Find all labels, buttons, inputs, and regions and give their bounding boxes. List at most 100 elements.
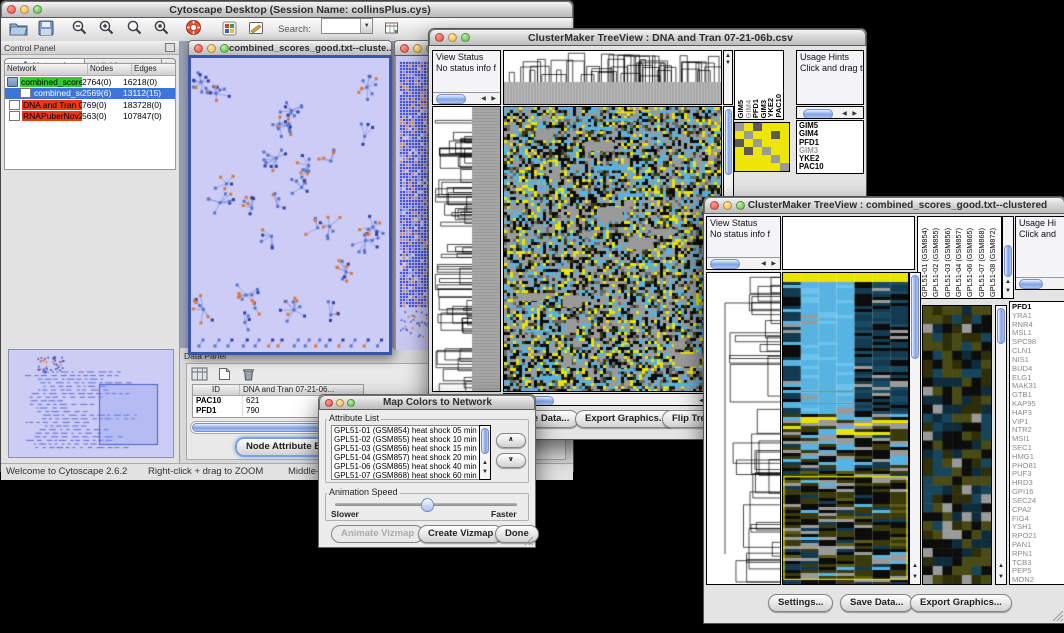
tv2-column-label[interactable]: GPL51-08 (GSM872) [989, 228, 997, 297]
matrix-cell[interactable] [762, 147, 771, 155]
import-table-icon[interactable] [384, 21, 400, 41]
network-view-titlebar[interactable]: combined_scores_good.txt--cluste... [188, 40, 392, 56]
zoom-fit-icon[interactable] [126, 19, 143, 41]
zoom-selected-icon[interactable] [153, 19, 170, 41]
tv1-row-dendrogram[interactable] [432, 106, 501, 392]
scroll-thumb[interactable] [1019, 279, 1043, 289]
scroll-thumb[interactable] [710, 259, 740, 269]
zoom-window-icon[interactable] [220, 44, 229, 53]
network-canvas[interactable] [191, 58, 389, 352]
treeview1-titlebar[interactable]: ClusterMaker TreeView : DNA and Tran 07-… [429, 29, 866, 46]
attribute-list-item[interactable]: GPL51-03 (GSM856) heat shock 15 min [332, 444, 480, 453]
network-table-row[interactable]: combined_scores2764(0)16218(0) [5, 76, 175, 88]
scroll-up-arrow[interactable]: ▲ [996, 563, 1006, 570]
scroll-thumb[interactable] [481, 428, 489, 454]
search-dropdown-icon[interactable]: ▼ [360, 19, 372, 33]
tv1-heatmap[interactable] [503, 106, 722, 392]
resize-grip-icon[interactable] [524, 536, 534, 546]
matrix-cell[interactable] [735, 131, 744, 139]
attribute-list[interactable]: GPL51-01 (GSM854) heat shock 05 min GPL51… [331, 425, 481, 480]
minimize-icon[interactable] [207, 44, 216, 53]
main-title-bar[interactable]: Cytoscape Desktop (Session Name: collins… [1, 1, 573, 18]
tv2-column-label[interactable]: GPL51-06 (GSM865) [966, 228, 974, 297]
tv2-usage-scrollbar[interactable] [1016, 277, 1064, 289]
matrix-cell[interactable] [753, 155, 762, 163]
attribute-list-item[interactable]: GPL51-04 (GSM857) heat shock 20 min [332, 453, 480, 462]
minimize-icon[interactable] [448, 33, 457, 42]
close-icon[interactable] [710, 201, 719, 210]
close-icon[interactable] [194, 44, 203, 53]
zoom-window-icon[interactable] [461, 33, 470, 42]
tv2-labels-scrollbar[interactable]: ▲ ▼ [1002, 216, 1014, 299]
dialog-button-create-vizmap[interactable]: Create Vizmap [418, 525, 503, 543]
zoom-in-icon[interactable] [98, 19, 115, 41]
col-header-nodes[interactable]: Nodes [88, 64, 132, 75]
scroll-thumb[interactable] [1004, 245, 1012, 277]
close-icon[interactable] [435, 33, 444, 42]
float-panel-icon[interactable] [165, 43, 175, 52]
matrix-cell[interactable] [744, 139, 753, 147]
network-overview-panel[interactable] [8, 349, 174, 458]
matrix-cell[interactable] [762, 155, 771, 163]
tv1-column-label[interactable]: PAC10 [775, 94, 783, 118]
matrix-cell[interactable] [753, 131, 762, 139]
matrix-cell[interactable] [780, 155, 789, 163]
tv2-button-export-graphics-[interactable]: Export Graphics... [910, 594, 1012, 612]
zoom-window-icon[interactable] [347, 399, 355, 407]
tv2-column-dendrogram[interactable] [782, 216, 915, 270]
gene-label[interactable]: MON2 [1010, 576, 1064, 585]
tv2-column-label[interactable]: GPL51-07 (GSM868) [978, 228, 986, 297]
attribute-list-item[interactable]: GPL51-01 (GSM854) heat shock 05 min [332, 426, 480, 435]
tv2-column-label[interactable]: GPL51-01 (GSM854) [921, 228, 929, 297]
minimize-icon[interactable] [336, 399, 344, 407]
tv1-column-dendrogram[interactable] [503, 50, 722, 105]
tv2-button-settings-[interactable]: Settings... [768, 594, 833, 612]
save-session-icon[interactable] [38, 20, 54, 41]
matrix-cell[interactable] [780, 123, 789, 131]
tv1-status-scrollbar[interactable]: ◀ ▶ [433, 92, 500, 104]
dialog-button-animate-vizmap[interactable]: Animate Vizmap [331, 525, 424, 543]
tv1-usage-scrollbar[interactable]: ◀ ▶ [796, 106, 864, 119]
treeview2-titlebar[interactable]: ClusterMaker TreeView : combined_scores_… [704, 197, 1064, 214]
matrix-cell[interactable] [744, 163, 753, 171]
search-input[interactable]: ▼ [321, 18, 373, 34]
matrix-cell[interactable] [780, 139, 789, 147]
network-table-row[interactable]: DNA and Tran 07769(0)183728(0) [5, 99, 175, 111]
window-controls[interactable] [435, 33, 470, 42]
zoom-window-icon[interactable] [736, 201, 745, 210]
matrix-cell[interactable] [780, 163, 789, 171]
matrix-cell[interactable] [771, 139, 780, 147]
tv1-label-scroll-strip[interactable]: ▲ ▼ [723, 50, 733, 105]
matrix-cell[interactable] [762, 131, 771, 139]
tv1-zoom-matrix[interactable] [734, 122, 790, 172]
overview-canvas[interactable] [9, 350, 171, 455]
tv2-column-label[interactable]: GPL51-04 (GSM857) [955, 228, 963, 297]
scroll-thumb[interactable] [803, 109, 833, 119]
matrix-cell[interactable] [771, 155, 780, 163]
tv2-row-dendrogram[interactable] [706, 272, 781, 585]
tv2-zoom-scrollbar[interactable]: ▲ ▼ [995, 305, 1007, 585]
tv2-status-scrollbar[interactable]: ◀ ▶ [707, 257, 780, 269]
window-controls[interactable] [194, 44, 229, 53]
dialog-titlebar[interactable]: Map Colors to Network [319, 395, 535, 410]
scroll-up-arrow[interactable]: ▲ [1003, 279, 1013, 286]
scroll-up-arrow[interactable]: ▲ [480, 460, 490, 467]
scroll-up-arrow[interactable]: ▲ [910, 563, 920, 570]
matrix-cell[interactable] [771, 123, 780, 131]
matrix-cell[interactable] [753, 163, 762, 171]
matrix-cell[interactable] [762, 139, 771, 147]
minimize-icon[interactable] [20, 5, 29, 14]
attribute-list-scrollbar[interactable]: ▲ ▼ [479, 425, 491, 480]
matrix-cell[interactable] [780, 131, 789, 139]
col-header-network[interactable]: Network [5, 64, 88, 75]
scroll-down-arrow[interactable]: ▼ [1003, 288, 1013, 295]
vizmapper-icon[interactable] [222, 21, 237, 41]
tv2-column-label[interactable]: GPL51-02 (GSM855) [932, 228, 940, 297]
matrix-cell[interactable] [744, 147, 753, 155]
annotation-icon[interactable] [248, 21, 264, 41]
matrix-cell[interactable] [753, 139, 762, 147]
tv2-button-save-data-[interactable]: Save Data... [840, 594, 913, 612]
move-down-button[interactable]: ∨ [496, 453, 526, 468]
network-table-row[interactable]: RNAPuberNov2+!563(0)107847(0) [5, 111, 175, 123]
scroll-arrows[interactable]: ◀ ▶ [842, 110, 859, 117]
